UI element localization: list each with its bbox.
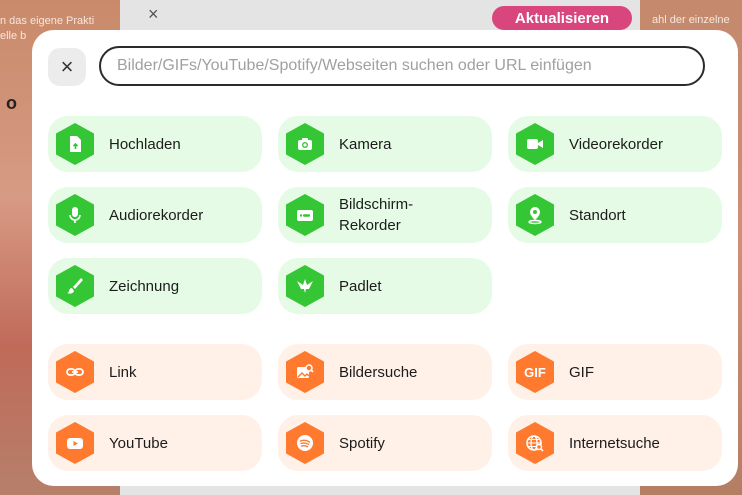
- option-spotify[interactable]: Spotify: [278, 415, 492, 471]
- option-standort[interactable]: Standort: [508, 187, 722, 243]
- gif-icon: GIF: [516, 351, 554, 393]
- option-label: YouTube: [109, 434, 168, 452]
- option-zeichnung[interactable]: Zeichnung: [48, 258, 262, 314]
- option-label: Hochladen: [109, 135, 181, 153]
- upload-file-icon: [56, 123, 94, 165]
- option-label: GIF: [569, 363, 594, 381]
- microphone-icon: [56, 194, 94, 236]
- option-label: Standort: [569, 206, 626, 224]
- option-videorekorder[interactable]: Videorekorder: [508, 116, 722, 172]
- option-padlet[interactable]: Padlet: [278, 258, 492, 314]
- option-label: Zeichnung: [109, 277, 180, 295]
- update-button[interactable]: Aktualisieren: [492, 6, 632, 30]
- option-label: Internetsuche: [569, 434, 660, 452]
- close-button[interactable]: ×: [48, 48, 86, 86]
- link-icon: [56, 351, 94, 393]
- background-close-icon[interactable]: ×: [148, 4, 159, 25]
- option-kamera[interactable]: Kamera: [278, 116, 492, 172]
- location-pin-icon: [516, 194, 554, 236]
- youtube-icon: [56, 422, 94, 464]
- option-label: Padlet: [339, 277, 382, 295]
- option-bildschirmrekorder[interactable]: Bildschirm- Rekorder: [278, 187, 492, 243]
- video-camera-icon: [516, 123, 554, 165]
- padlet-bird-icon: [286, 265, 324, 307]
- option-hochladen[interactable]: Hochladen: [48, 116, 262, 172]
- screen-recorder-icon: [286, 194, 324, 236]
- background-left-heading: o: [6, 93, 17, 113]
- option-gif[interactable]: GIF GIF: [508, 344, 722, 400]
- background-right-text: ahl der einzelne: [652, 14, 730, 26]
- option-audiorekorder[interactable]: Audiorekorder: [48, 187, 262, 243]
- option-label: Bildschirm- Rekorder: [339, 196, 414, 234]
- spotify-icon: [286, 422, 324, 464]
- camera-icon: [286, 123, 324, 165]
- close-icon: ×: [60, 54, 74, 79]
- option-youtube[interactable]: YouTube: [48, 415, 262, 471]
- add-attachment-modal: × Hochladen Kamera Videorekorder Audiore…: [32, 30, 738, 486]
- brush-icon: [56, 265, 94, 307]
- search-input[interactable]: [99, 46, 705, 86]
- option-label: Link: [109, 363, 137, 381]
- option-bildersuche[interactable]: Bildersuche: [278, 344, 492, 400]
- option-internetsuche[interactable]: Internetsuche: [508, 415, 722, 471]
- option-link[interactable]: Link: [48, 344, 262, 400]
- globe-search-icon: [516, 422, 554, 464]
- option-label: Bildersuche: [339, 363, 418, 381]
- option-label: Kamera: [339, 135, 392, 153]
- image-search-icon: [286, 351, 324, 393]
- gif-icon-text: GIF: [524, 364, 546, 380]
- option-label: Videorekorder: [569, 135, 663, 153]
- option-label: Spotify: [339, 434, 385, 452]
- option-label: Audiorekorder: [109, 206, 204, 224]
